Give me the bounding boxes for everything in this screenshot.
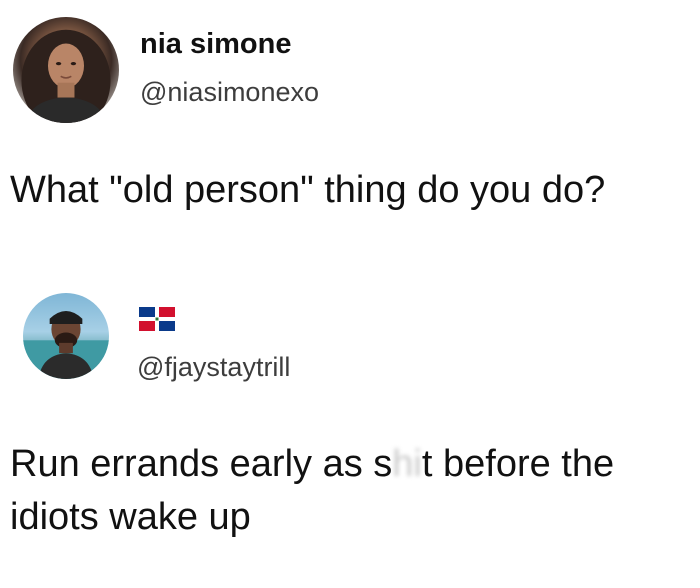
reply-text: Run errands early as shit before the idi… <box>10 438 690 544</box>
profile-photo-man-icon <box>23 311 109 379</box>
profile-avatar-nia[interactable] <box>13 17 119 123</box>
reply-text-start: Run errands early as s <box>10 443 393 485</box>
display-name[interactable]: nia simone <box>140 28 292 61</box>
original-post: nia simone @niasimonexo What "old person… <box>0 0 700 270</box>
censored-letters: hi <box>392 443 422 485</box>
dominican-flag-icon <box>139 307 175 331</box>
user-handle[interactable]: @fjaystaytrill <box>137 352 290 383</box>
user-handle[interactable]: @niasimonexo <box>140 77 319 108</box>
profile-photo-woman-icon <box>21 29 111 123</box>
profile-avatar-fjay[interactable] <box>23 293 109 379</box>
post-text: What "old person" thing do you do? <box>10 169 606 211</box>
reply-post: @fjaystaytrill Run errands early as shit… <box>0 270 700 588</box>
